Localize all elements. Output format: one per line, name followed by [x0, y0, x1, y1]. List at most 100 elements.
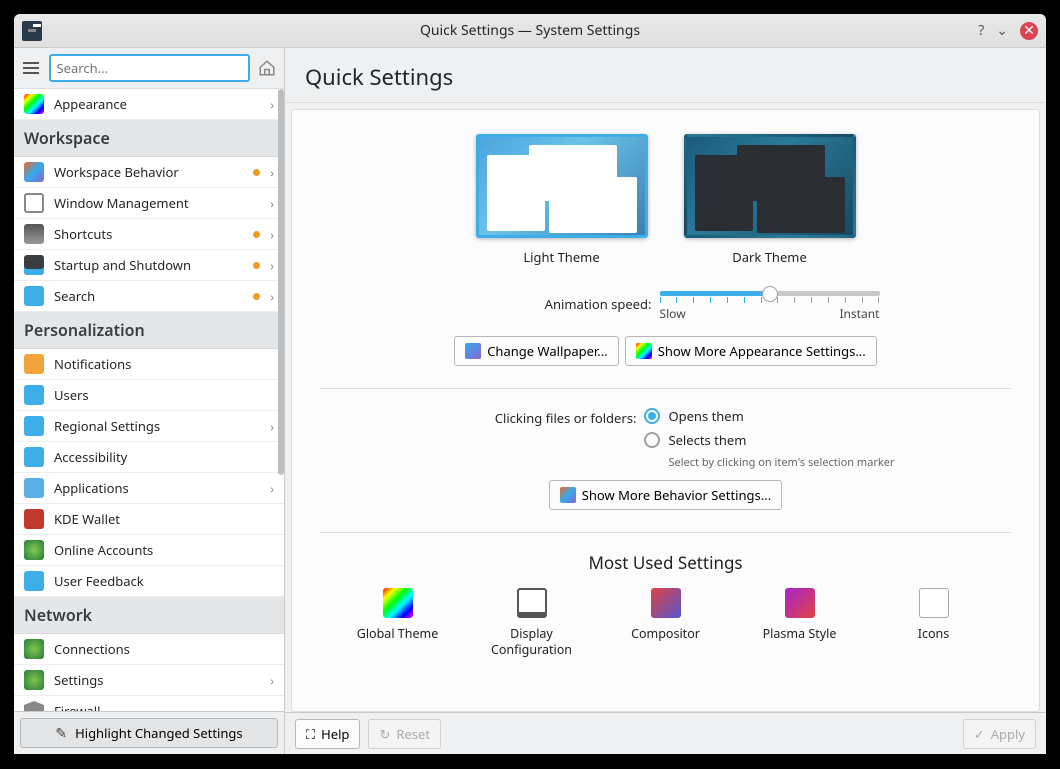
- category-header: Personalization: [14, 312, 284, 349]
- help-icon: ⛶: [306, 725, 315, 743]
- mostused-global-theme[interactable]: Global Theme: [353, 588, 443, 657]
- sidebar-item-search[interactable]: Search ›: [14, 281, 284, 312]
- sidebar-item-firewall[interactable]: Firewall: [14, 696, 284, 711]
- ic-access-icon: [24, 447, 44, 467]
- search-input[interactable]: [49, 54, 250, 82]
- category-list[interactable]: Appearance›WorkspaceWorkspace Behavior›W…: [14, 89, 284, 711]
- sidebar-item-label: Shortcuts: [54, 225, 243, 243]
- dc-icon: [517, 588, 547, 618]
- wallpaper-icon: [465, 343, 481, 359]
- sidebar-item-user-feedback[interactable]: User Feedback: [14, 566, 284, 597]
- titlebar: Quick Settings — System Settings ? ⌄ ✕: [14, 14, 1046, 48]
- sidebar-item-kde-wallet[interactable]: KDE Wallet: [14, 504, 284, 535]
- sidebar-item-label: Users: [54, 386, 274, 404]
- highlight-changed-button[interactable]: ✎ Highlight Changed Settings: [20, 718, 278, 748]
- anim-instant-label: Instant: [839, 305, 879, 322]
- sidebar-item-users[interactable]: Users: [14, 380, 284, 411]
- reset-button[interactable]: ↻ Reset: [368, 719, 441, 749]
- mostused-plasma-style[interactable]: Plasma Style: [755, 588, 845, 657]
- theme-option-dark[interactable]: Dark Theme: [684, 134, 856, 266]
- ic-online-icon: [24, 540, 44, 560]
- ic-notif-icon: [24, 354, 44, 374]
- sidebar-item-label: Regional Settings: [54, 417, 260, 435]
- sidebar-item-label: Workspace Behavior: [54, 163, 243, 181]
- chevron-right-icon: ›: [270, 288, 274, 305]
- chevron-right-icon: ›: [270, 672, 274, 689]
- check-icon: ✓: [974, 725, 985, 743]
- click-hint: Select by clicking on item's selection m…: [668, 455, 894, 470]
- window-title: Quick Settings — System Settings: [420, 21, 640, 40]
- sidebar-item-window-management[interactable]: Window Management›: [14, 188, 284, 219]
- mostused-icons[interactable]: Icons: [889, 588, 979, 657]
- sidebar-item-online-accounts[interactable]: Online Accounts: [14, 535, 284, 566]
- page-title: Quick Settings: [285, 48, 1046, 103]
- theme-light-label: Light Theme: [476, 248, 648, 266]
- category-header: Workspace: [14, 120, 284, 157]
- appearance-icon: [636, 343, 652, 359]
- reset-icon: ↻: [379, 725, 390, 743]
- sidebar-item-settings[interactable]: Settings ›: [14, 665, 284, 696]
- help-button[interactable]: ⛶ Help: [295, 719, 360, 749]
- ic-wallet-icon: [24, 509, 44, 529]
- close-icon[interactable]: ✕: [1020, 22, 1038, 40]
- settings-panel: Light Theme Dark Theme Animation speed: …: [291, 109, 1040, 712]
- mostused-title: Most Used Settings: [320, 551, 1011, 574]
- ps-icon: [785, 588, 815, 618]
- ic-regional-icon: [24, 416, 44, 436]
- app-icon: [22, 21, 42, 41]
- theme-option-light[interactable]: Light Theme: [476, 134, 648, 266]
- sidebar-item-label: Online Accounts: [54, 541, 274, 559]
- window: Quick Settings — System Settings ? ⌄ ✕ A…: [14, 14, 1046, 754]
- sidebar-item-notifications[interactable]: Notifications: [14, 349, 284, 380]
- changed-dot-icon: [253, 231, 260, 238]
- sidebar-item-appearance[interactable]: Appearance›: [14, 89, 284, 120]
- sidebar-item-applications[interactable]: Applications›: [14, 473, 284, 504]
- sidebar-item-workspace-behavior[interactable]: Workspace Behavior ›: [14, 157, 284, 188]
- chevron-down-icon[interactable]: ⌄: [996, 21, 1008, 40]
- sidebar-item-label: Search: [54, 287, 243, 305]
- changed-dot-icon: [253, 169, 260, 176]
- theme-dark-label: Dark Theme: [684, 248, 856, 266]
- radio-selects[interactable]: Selects them: [644, 431, 746, 449]
- mostused-label: Global Theme: [353, 626, 443, 642]
- ic-startup-icon: [24, 255, 44, 275]
- behavior-icon: [560, 487, 576, 503]
- sidebar-item-connections[interactable]: Connections: [14, 634, 284, 665]
- chevron-right-icon: ›: [270, 226, 274, 243]
- icn-icon: [919, 588, 949, 618]
- ic-users-icon: [24, 385, 44, 405]
- click-behavior-label: Clicking files or folders:: [436, 407, 636, 427]
- mostused-label: Plasma Style: [755, 626, 845, 642]
- hamburger-icon[interactable]: [22, 57, 41, 79]
- mostused-display-configuration[interactable]: Display Configuration: [487, 588, 577, 657]
- chevron-right-icon: ›: [270, 164, 274, 181]
- highlight-icon: ✎: [55, 724, 67, 743]
- changed-dot-icon: [253, 262, 260, 269]
- sidebar-item-shortcuts[interactable]: Shortcuts ›: [14, 219, 284, 250]
- mostused-label: Compositor: [621, 626, 711, 642]
- chevron-right-icon: ›: [270, 195, 274, 212]
- sidebar-item-regional-settings[interactable]: Regional Settings›: [14, 411, 284, 442]
- home-icon[interactable]: [258, 57, 277, 79]
- sidebar-item-label: Appearance: [54, 95, 260, 113]
- more-appearance-button[interactable]: Show More Appearance Settings...: [625, 336, 877, 366]
- ic-shortcuts-icon: [24, 224, 44, 244]
- anim-speed-slider[interactable]: Slow Instant: [660, 286, 880, 322]
- sidebar-item-label: Startup and Shutdown: [54, 256, 243, 274]
- mostused-label: Icons: [889, 626, 979, 642]
- mostused-compositor[interactable]: Compositor: [621, 588, 711, 657]
- scrollbar[interactable]: [276, 89, 284, 711]
- ic-apps-icon: [24, 478, 44, 498]
- more-behavior-button[interactable]: Show More Behavior Settings...: [549, 480, 782, 510]
- change-wallpaper-button[interactable]: Change Wallpaper...: [454, 336, 618, 366]
- sidebar-item-accessibility[interactable]: Accessibility: [14, 442, 284, 473]
- sidebar-item-startup-and-shutdown[interactable]: Startup and Shutdown›: [14, 250, 284, 281]
- gt-icon: [383, 588, 413, 618]
- radio-opens[interactable]: Opens them: [644, 407, 743, 425]
- sidebar-item-label: Applications: [54, 479, 260, 497]
- category-header: Network: [14, 597, 284, 634]
- sidebar-item-label: Firewall: [54, 702, 274, 711]
- apply-button[interactable]: ✓ Apply: [963, 719, 1036, 749]
- sidebar-item-label: Settings: [54, 671, 260, 689]
- help-titlebar-icon[interactable]: ?: [978, 21, 984, 40]
